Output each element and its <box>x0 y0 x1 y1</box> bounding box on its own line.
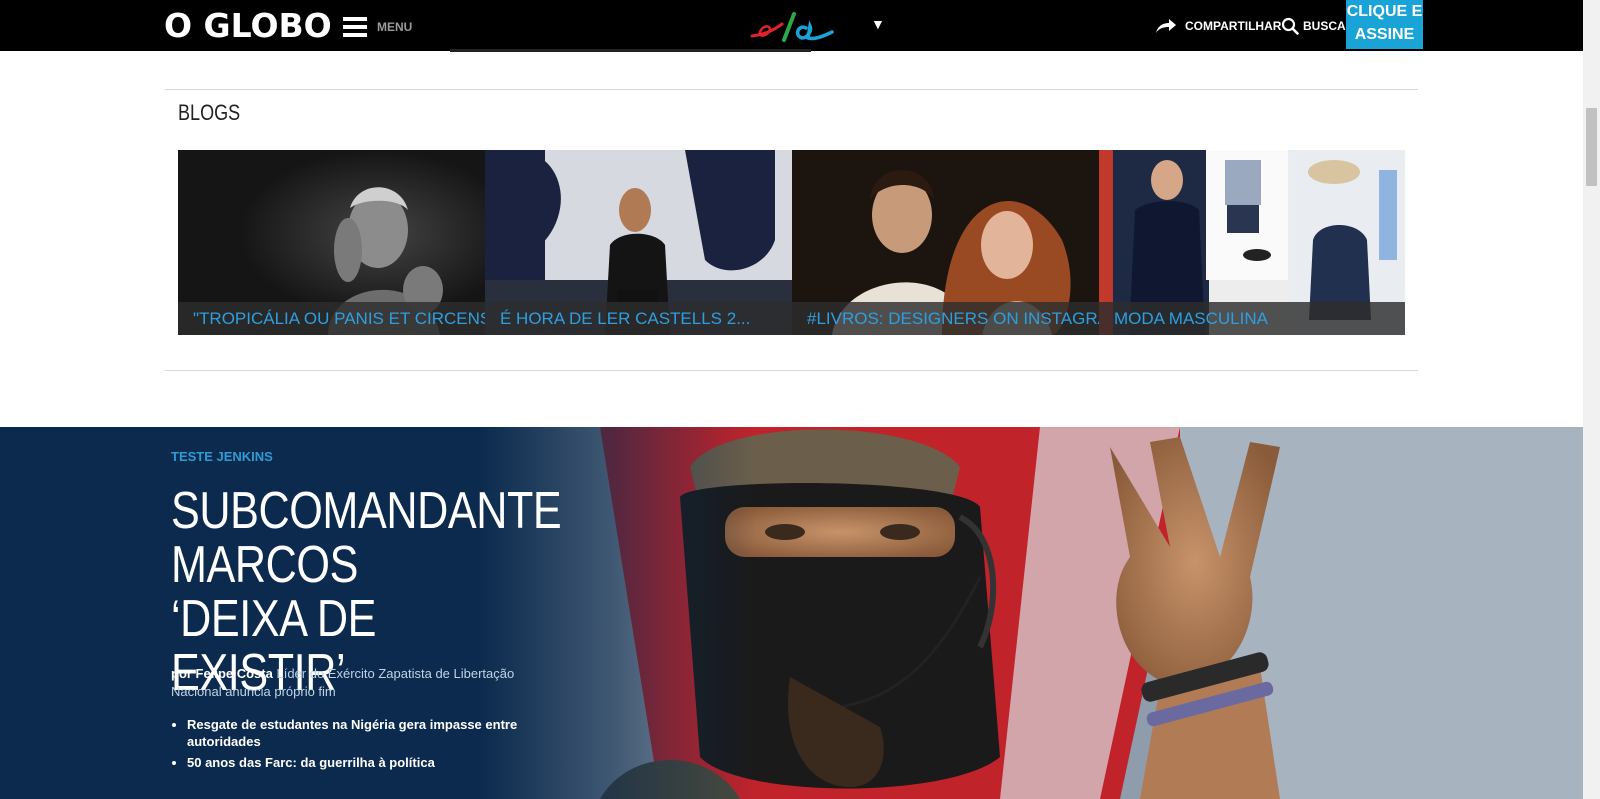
blog-title-link[interactable]: #LIVROS: DESIGNERS ON INSTAGRAM #FASHION… <box>807 309 1099 329</box>
subscribe-line-1: CLIQUE E <box>1346 3 1423 20</box>
related-story-link[interactable]: 50 anos das Farc: da guerrilha à polític… <box>187 754 547 771</box>
blog-caption-bar: MODA MASCULINA <box>1099 302 1405 335</box>
vertical-scrollbar[interactable] <box>1583 0 1600 799</box>
site-logo[interactable]: O GLOBO <box>164 6 332 46</box>
blog-caption-bar: É HORA DE LER CASTELLS 2... <box>485 302 792 335</box>
ela-section-logo[interactable] <box>748 10 836 46</box>
share-label: COMPARTILHAR <box>1185 19 1282 33</box>
story-byline: por Felipe Costa Líder do Exército Zapat… <box>171 665 531 701</box>
section-divider-top <box>165 89 1418 90</box>
search-icon <box>1281 17 1299 35</box>
blogs-section-title: BLOGS <box>178 100 241 125</box>
featured-story-image <box>480 427 1583 799</box>
blog-caption-bar: "TROPICÁLIA OU PANIS ET CIRCENSIS" <box>178 302 485 335</box>
blog-card[interactable]: MODA MASCULINA <box>1099 150 1405 335</box>
related-stories-list: Resgate de estudantes na Nigéria gera im… <box>171 716 547 775</box>
section-dropdown-arrow-icon[interactable]: ▼ <box>871 16 885 32</box>
blog-title-link[interactable]: É HORA DE LER CASTELLS 2... <box>500 309 750 329</box>
header-underline <box>450 49 811 52</box>
section-divider-bottom <box>165 370 1418 371</box>
hamburger-icon <box>343 17 367 37</box>
scrollbar-thumb[interactable] <box>1586 108 1597 186</box>
blog-caption-bar: #LIVROS: DESIGNERS ON INSTAGRAM #FASHION… <box>792 302 1099 335</box>
blog-card[interactable]: #LIVROS: DESIGNERS ON INSTAGRAM #FASHION… <box>792 150 1099 335</box>
blogs-carousel: "TROPICÁLIA OU PANIS ET CIRCENSIS" É HOR… <box>178 150 1405 335</box>
blog-card[interactable]: "TROPICÁLIA OU PANIS ET CIRCENSIS" <box>178 150 485 335</box>
blog-title-link[interactable]: MODA MASCULINA <box>1114 309 1268 329</box>
related-story-link[interactable]: Resgate de estudantes na Nigéria gera im… <box>187 716 547 750</box>
menu-button[interactable]: MENU <box>343 14 412 40</box>
story-author: por Felipe Costa <box>171 666 273 681</box>
blog-card[interactable]: É HORA DE LER CASTELLS 2... <box>485 150 792 335</box>
search-button[interactable]: BUSCAR <box>1281 15 1354 37</box>
subscribe-button[interactable]: CLIQUE E ASSINE <box>1346 0 1423 49</box>
story-kicker[interactable]: TESTE JENKINS <box>171 449 273 464</box>
top-navigation-bar: O GLOBO MENU ▼ COMPARTILHAR BUSCAR CLIQU… <box>0 0 1583 51</box>
subscribe-line-2: ASSINE <box>1354 26 1415 43</box>
share-button[interactable]: COMPARTILHAR <box>1155 15 1281 37</box>
blog-title-link[interactable]: "TROPICÁLIA OU PANIS ET CIRCENSIS" <box>193 309 485 329</box>
menu-label: MENU <box>377 20 413 34</box>
share-arrow-icon <box>1156 19 1176 33</box>
